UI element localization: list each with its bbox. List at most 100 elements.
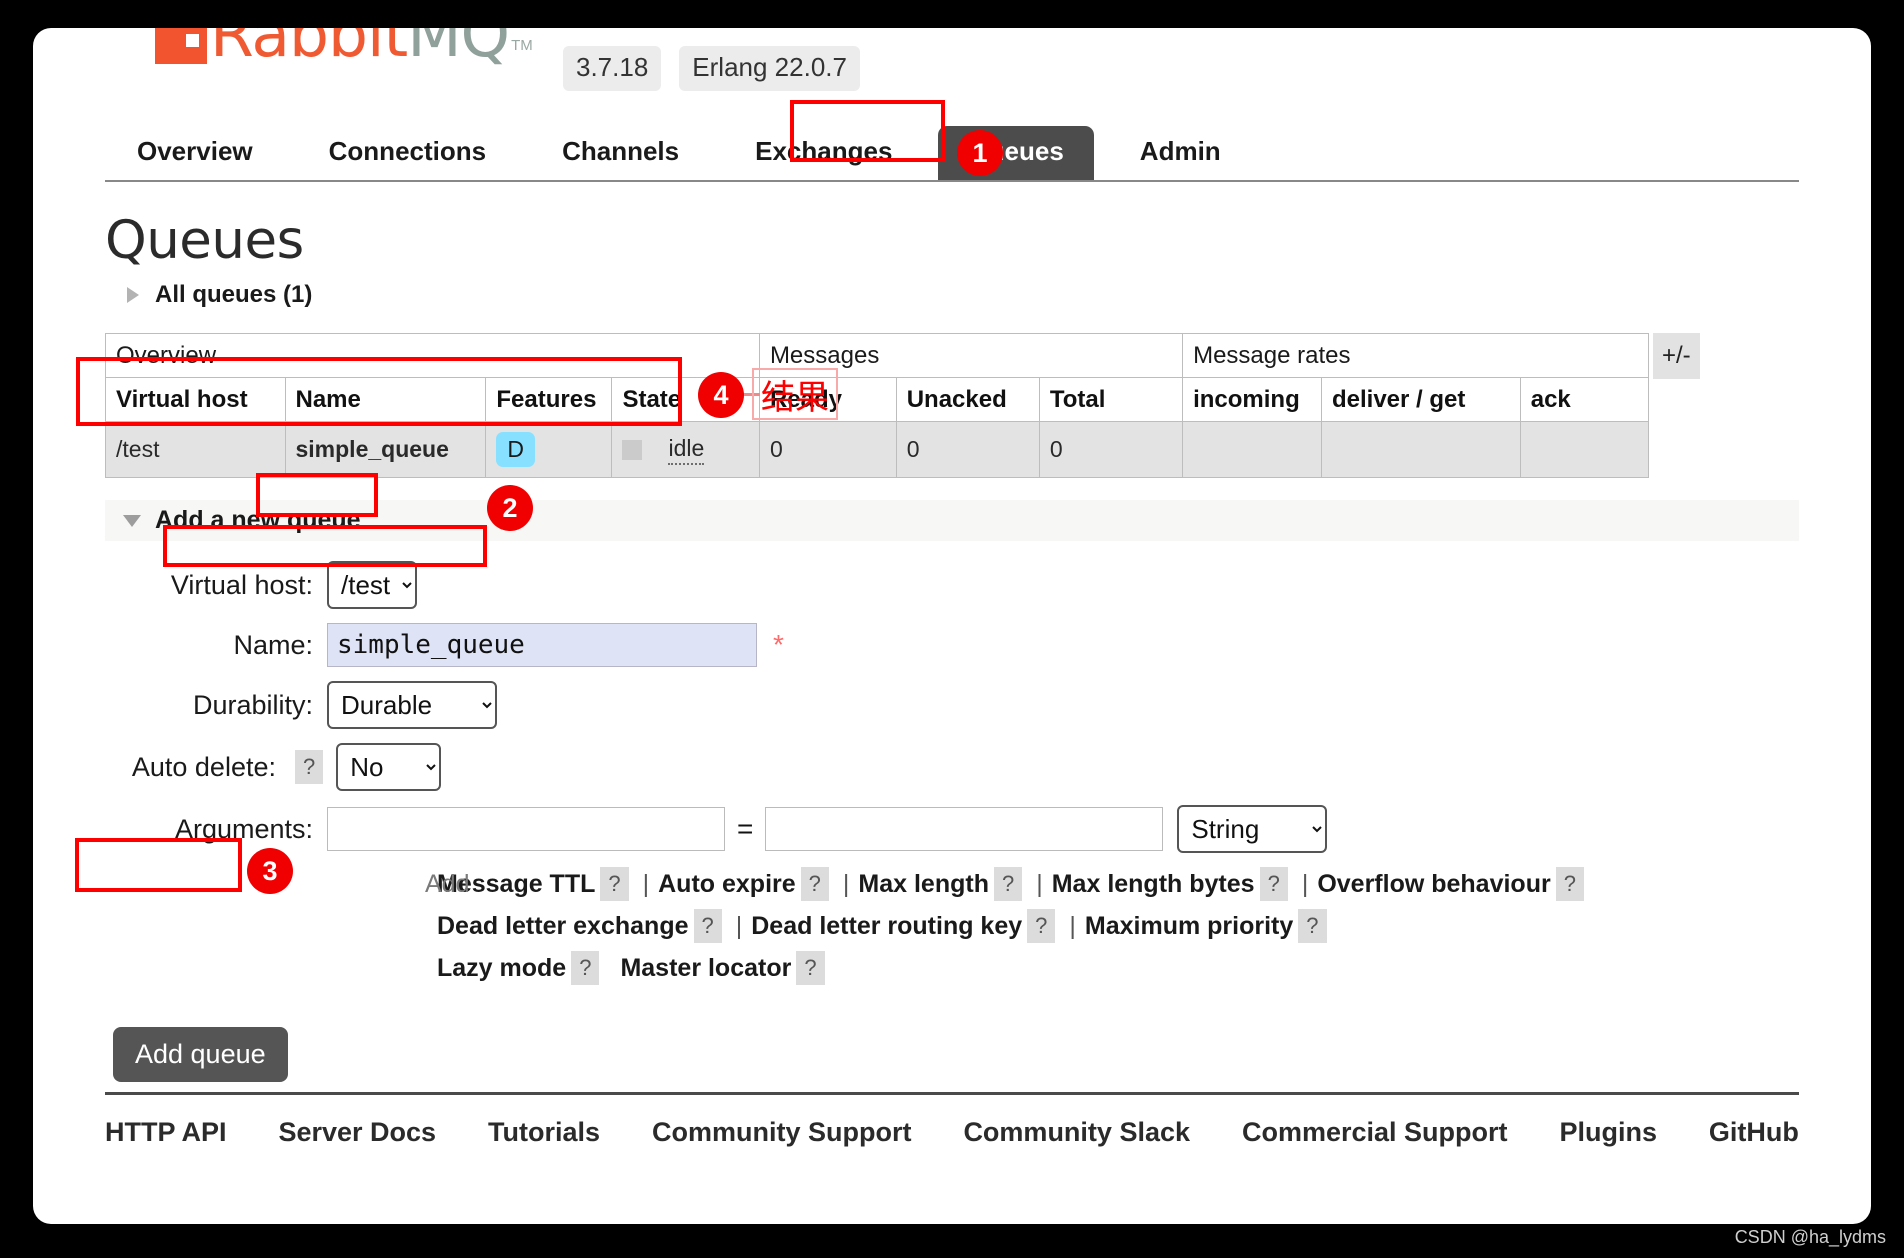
queues-table: Overview Messages Message rates Virtual … xyxy=(105,333,1650,478)
nav-tab-exchanges[interactable]: Exchanges xyxy=(725,126,922,180)
cell-incoming xyxy=(1182,421,1322,478)
max-length-bytes-help-icon[interactable]: ? xyxy=(1259,867,1288,901)
nav-tab-channels[interactable]: Channels xyxy=(532,126,709,180)
form-row-virtual-host: Virtual host: /test xyxy=(105,561,1799,609)
nav-tab-admin[interactable]: Admin xyxy=(1110,126,1251,180)
column-header-features: Features xyxy=(485,377,613,422)
footer-link-tutorials[interactable]: Tutorials xyxy=(488,1117,600,1148)
preset-master-locator[interactable]: Master locator xyxy=(620,954,791,983)
preset-dead-letter-routing-key[interactable]: Dead letter routing key xyxy=(751,912,1022,941)
page-title: Queues xyxy=(105,210,304,271)
virtual-host-select[interactable]: /test xyxy=(327,561,417,609)
arguments-equals-sign: = xyxy=(737,813,754,844)
auto-delete-label: Auto delete: xyxy=(131,751,276,782)
preset-dead-letter-exchange[interactable]: Dead letter exchange xyxy=(437,912,689,941)
logo-text-mq: MQ xyxy=(407,28,510,71)
queues-table-container: Overview Messages Message rates Virtual … xyxy=(105,333,1799,478)
column-header-virtual-host[interactable]: Virtual host xyxy=(105,377,286,422)
preset-auto-expire[interactable]: Auto expire xyxy=(658,870,796,899)
table-row[interactable]: /test simple_queue D idle 0 0 0 xyxy=(105,421,1650,478)
footer-link-server-docs[interactable]: Server Docs xyxy=(278,1117,436,1148)
group-header-message-rates: Message rates xyxy=(1182,333,1649,378)
preset-lazy-mode[interactable]: Lazy mode xyxy=(437,954,566,983)
footer-link-commercial-support[interactable]: Commercial Support xyxy=(1242,1117,1508,1148)
logo-text-rabbit: Rabbit xyxy=(210,28,408,71)
rabbitmq-version-badge: 3.7.18 xyxy=(563,46,662,91)
watermark: CSDN @ha_lydms xyxy=(1734,1227,1886,1247)
add-queue-form: Virtual host: /test Name: * Durability: … xyxy=(105,561,1799,1082)
column-header-ack[interactable]: ack xyxy=(1519,377,1650,422)
durable-feature-badge: D xyxy=(496,432,535,467)
overflow-behaviour-help-icon[interactable]: ? xyxy=(1555,867,1584,901)
preset-max-length[interactable]: Max length xyxy=(858,870,989,899)
cell-queue-name[interactable]: simple_queue xyxy=(284,421,487,478)
browser-page: RabbitMQ TM 3.7.18 Erlang 22.0.7 Overvie… xyxy=(33,28,1871,1224)
durability-select[interactable]: Durable xyxy=(327,681,497,729)
cell-deliver-get xyxy=(1320,421,1521,478)
master-locator-help-icon[interactable]: ? xyxy=(796,951,825,985)
auto-delete-help-icon[interactable]: ? xyxy=(295,750,324,784)
footer-link-github[interactable]: GitHub xyxy=(1709,1117,1799,1148)
arguments-label: Arguments: xyxy=(174,813,313,844)
column-header-total[interactable]: Total xyxy=(1038,377,1184,422)
footer-link-http-api[interactable]: HTTP API xyxy=(105,1117,227,1148)
preset-row-3: Lazy mode ? Master locator ? xyxy=(105,951,1799,985)
nav-tab-connections[interactable]: Connections xyxy=(299,126,516,180)
column-header-deliver-get[interactable]: deliver / get xyxy=(1320,377,1521,422)
preset-separator: | xyxy=(1069,911,1076,940)
annotation-badge-2: 2 xyxy=(487,485,533,531)
column-header-incoming[interactable]: incoming xyxy=(1182,377,1322,422)
column-header-unacked[interactable]: Unacked xyxy=(895,377,1040,422)
form-row-auto-delete: Auto delete: ? No xyxy=(105,743,1799,791)
footer-link-community-support[interactable]: Community Support xyxy=(652,1117,911,1148)
column-header-name[interactable]: Name xyxy=(284,377,487,422)
page-footer: HTTP API Server Docs Tutorials Community… xyxy=(105,1092,1799,1148)
main-navigation: Overview Connections Channels Exchanges … xyxy=(105,126,1799,182)
max-length-help-icon[interactable]: ? xyxy=(993,867,1023,901)
add-argument-label[interactable]: Add xyxy=(425,870,469,899)
preset-row-1: Add Message TTL ? | Auto expire ? | Max … xyxy=(105,867,1799,901)
annotation-badge-1: 1 xyxy=(957,130,1003,176)
cell-features: D xyxy=(485,421,613,478)
message-ttl-help-icon[interactable]: ? xyxy=(600,867,629,901)
argument-key-input[interactable] xyxy=(327,807,725,851)
add-queue-section-title: Add a new queue xyxy=(155,506,361,534)
argument-presets: Add Message TTL ? | Auto expire ? | Max … xyxy=(105,867,1799,985)
preset-max-length-bytes[interactable]: Max length bytes xyxy=(1052,870,1255,899)
lazy-mode-help-icon[interactable]: ? xyxy=(571,951,600,985)
table-column-header-row: Virtual host Name Features State Ready U… xyxy=(105,377,1650,422)
footer-link-plugins[interactable]: Plugins xyxy=(1559,1117,1657,1148)
preset-overflow-behaviour[interactable]: Overflow behaviour xyxy=(1317,870,1550,899)
cell-ack xyxy=(1519,421,1650,478)
add-queue-button-container: Add queue xyxy=(113,1027,288,1082)
argument-value-input[interactable] xyxy=(765,807,1164,851)
erlang-version-badge: Erlang 22.0.7 xyxy=(679,46,860,91)
preset-maximum-priority[interactable]: Maximum priority xyxy=(1085,912,1293,941)
cell-ready: 0 xyxy=(758,421,897,478)
auto-expire-help-icon[interactable]: ? xyxy=(800,867,829,901)
queue-name-input[interactable] xyxy=(327,623,757,667)
rabbitmq-logo[interactable]: RabbitMQ TM xyxy=(155,28,533,66)
cell-total: 0 xyxy=(1038,421,1184,478)
page-header: RabbitMQ TM 3.7.18 Erlang 22.0.7 xyxy=(105,28,1799,91)
column-toggle-button[interactable]: +/- xyxy=(1653,333,1700,379)
nav-tab-overview[interactable]: Overview xyxy=(107,126,283,180)
state-indicator-icon xyxy=(622,439,643,460)
dead-letter-exchange-help-icon[interactable]: ? xyxy=(693,909,722,943)
group-header-overview: Overview xyxy=(105,333,760,378)
version-info: 3.7.18 Erlang 22.0.7 xyxy=(545,46,860,91)
auto-delete-select[interactable]: No xyxy=(336,743,442,791)
cell-virtual-host: /test xyxy=(105,421,286,478)
argument-type-select[interactable]: String xyxy=(1177,805,1328,853)
state-label: idle xyxy=(668,435,705,465)
virtual-host-label: Virtual host: xyxy=(170,569,313,600)
rabbitmq-logo-mark xyxy=(155,28,207,64)
footer-link-community-slack[interactable]: Community Slack xyxy=(963,1117,1190,1148)
maximum-priority-help-icon[interactable]: ? xyxy=(1298,909,1327,943)
chevron-down-icon xyxy=(123,514,141,527)
all-queues-toggle[interactable]: All queues (1) xyxy=(127,281,1799,309)
dead-letter-routing-key-help-icon[interactable]: ? xyxy=(1027,909,1056,943)
annotation-badge-3: 3 xyxy=(247,848,293,894)
add-queue-button[interactable]: Add queue xyxy=(113,1027,288,1082)
add-queue-section-toggle[interactable]: Add a new queue xyxy=(105,500,1799,541)
